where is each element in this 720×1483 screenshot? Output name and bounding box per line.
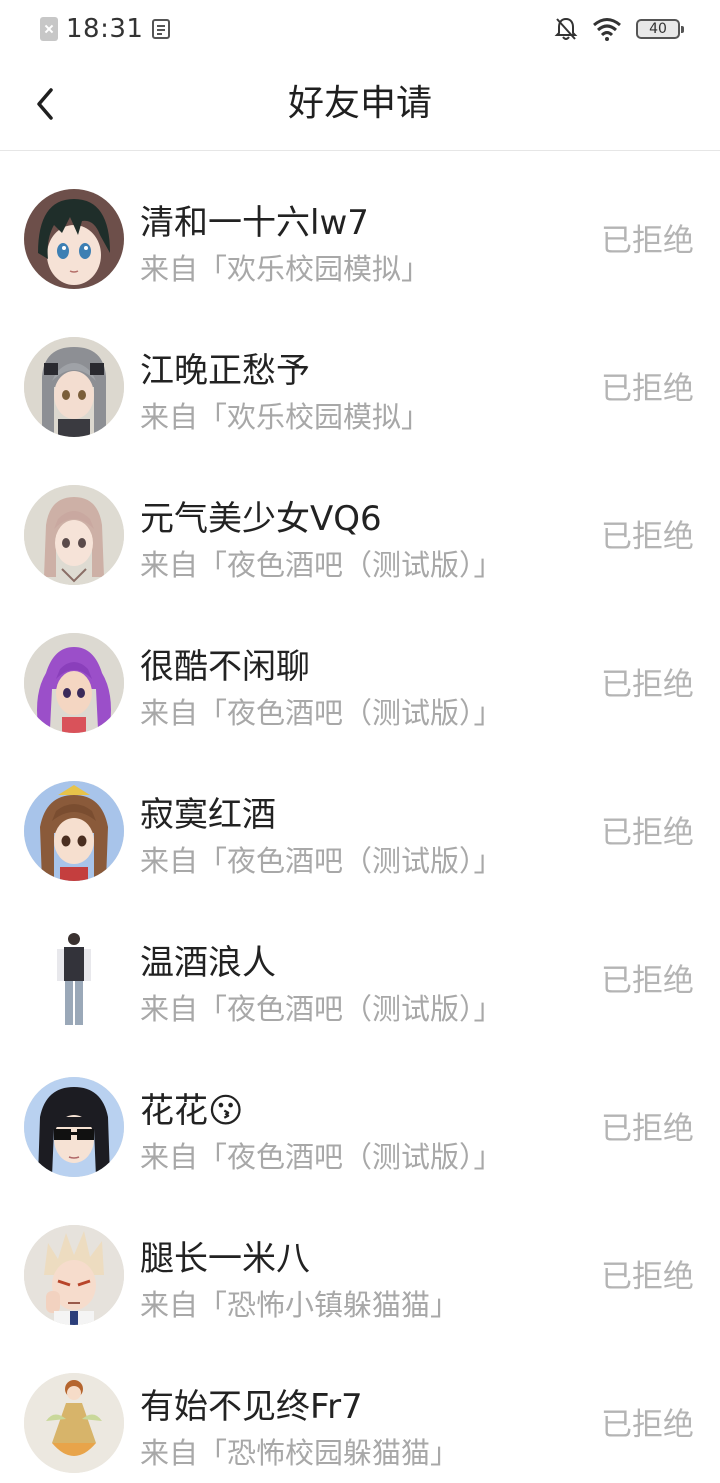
- mute-bell-icon: [554, 17, 578, 40]
- status-rejected: 已拒绝: [601, 371, 694, 407]
- status-rejected: 已拒绝: [601, 963, 694, 999]
- request-source: 来自「夜色酒吧（测试版）」: [140, 844, 503, 878]
- friend-request-item[interactable]: 江晚正愁予 来自「欢乐校园模拟」 已拒绝: [0, 299, 720, 447]
- avatar[interactable]: [24, 1077, 124, 1177]
- status-bar: 18:31 40: [0, 0, 720, 58]
- avatar[interactable]: [24, 633, 124, 733]
- user-name: 很酷不闲聊: [140, 647, 310, 687]
- avatar[interactable]: [24, 929, 124, 1029]
- friend-request-item[interactable]: 腿长一米八 来自「恐怖小镇躲猫猫」 已拒绝: [0, 1187, 720, 1335]
- user-name: 清和一十六lw7: [140, 203, 369, 243]
- sim-card-icon: [40, 17, 58, 41]
- status-rejected: 已拒绝: [601, 1111, 694, 1147]
- status-rejected: 已拒绝: [601, 815, 694, 851]
- avatar[interactable]: [24, 1373, 124, 1473]
- status-time: 18:31: [66, 14, 144, 44]
- friend-request-item[interactable]: 寂寞红酒 来自「夜色酒吧（测试版）」 已拒绝: [0, 743, 720, 891]
- request-source: 来自「恐怖小镇躲猫猫」: [140, 1288, 460, 1322]
- user-name: 江晚正愁予: [140, 351, 310, 391]
- friend-request-item[interactable]: 有始不见终Fr7 来自「恐怖校园躲猫猫」 已拒绝: [0, 1335, 720, 1483]
- status-right: 40: [554, 14, 684, 44]
- screenshot-icon: [152, 19, 171, 39]
- user-name: 温酒浪人: [140, 943, 276, 983]
- user-name: 腿长一米八: [140, 1239, 310, 1279]
- status-rejected: 已拒绝: [601, 1407, 694, 1443]
- request-source: 来自「恐怖校园躲猫猫」: [140, 1436, 460, 1470]
- avatar[interactable]: [24, 1225, 124, 1325]
- status-left: 18:31: [40, 14, 173, 44]
- user-name: 元气美少女VQ6: [140, 499, 382, 539]
- status-rejected: 已拒绝: [601, 519, 694, 555]
- request-source: 来自「夜色酒吧（测试版）」: [140, 1140, 503, 1174]
- status-rejected: 已拒绝: [601, 1259, 694, 1295]
- battery-level: 40: [649, 21, 667, 37]
- page-title: 好友申请: [287, 83, 432, 124]
- user-name: 花花😗: [140, 1091, 244, 1131]
- friend-request-item[interactable]: 花花😗 来自「夜色酒吧（测试版）」 已拒绝: [0, 1039, 720, 1187]
- request-source: 来自「夜色酒吧（测试版）」: [140, 548, 503, 582]
- user-name: 寂寞红酒: [140, 795, 276, 835]
- avatar[interactable]: [24, 337, 124, 437]
- friend-request-item[interactable]: 温酒浪人 来自「夜色酒吧（测试版）」 已拒绝: [0, 891, 720, 1039]
- avatar[interactable]: [24, 189, 124, 289]
- user-name: 有始不见终Fr7: [140, 1387, 363, 1427]
- status-rejected: 已拒绝: [601, 667, 694, 703]
- avatar[interactable]: [24, 781, 124, 881]
- wifi-icon: [593, 18, 621, 41]
- friend-request-list: 清和一十六lw7 来自「欢乐校园模拟」 已拒绝 江晚正愁予 来自「欢乐校园模拟」…: [0, 151, 720, 1483]
- request-source: 来自「欢乐校园模拟」: [140, 252, 431, 286]
- request-source: 来自「夜色酒吧（测试版）」: [140, 992, 503, 1026]
- request-source: 来自「夜色酒吧（测试版）」: [140, 696, 503, 730]
- app-header: 好友申请: [0, 58, 720, 151]
- battery-icon: 40: [636, 19, 684, 39]
- friend-request-item[interactable]: 元气美少女VQ6 来自「夜色酒吧（测试版）」 已拒绝: [0, 447, 720, 595]
- request-source: 来自「欢乐校园模拟」: [140, 400, 431, 434]
- friend-request-item[interactable]: 很酷不闲聊 来自「夜色酒吧（测试版）」 已拒绝: [0, 595, 720, 743]
- avatar[interactable]: [24, 485, 124, 585]
- status-rejected: 已拒绝: [601, 223, 694, 259]
- friend-request-item[interactable]: 清和一十六lw7 来自「欢乐校园模拟」 已拒绝: [0, 151, 720, 299]
